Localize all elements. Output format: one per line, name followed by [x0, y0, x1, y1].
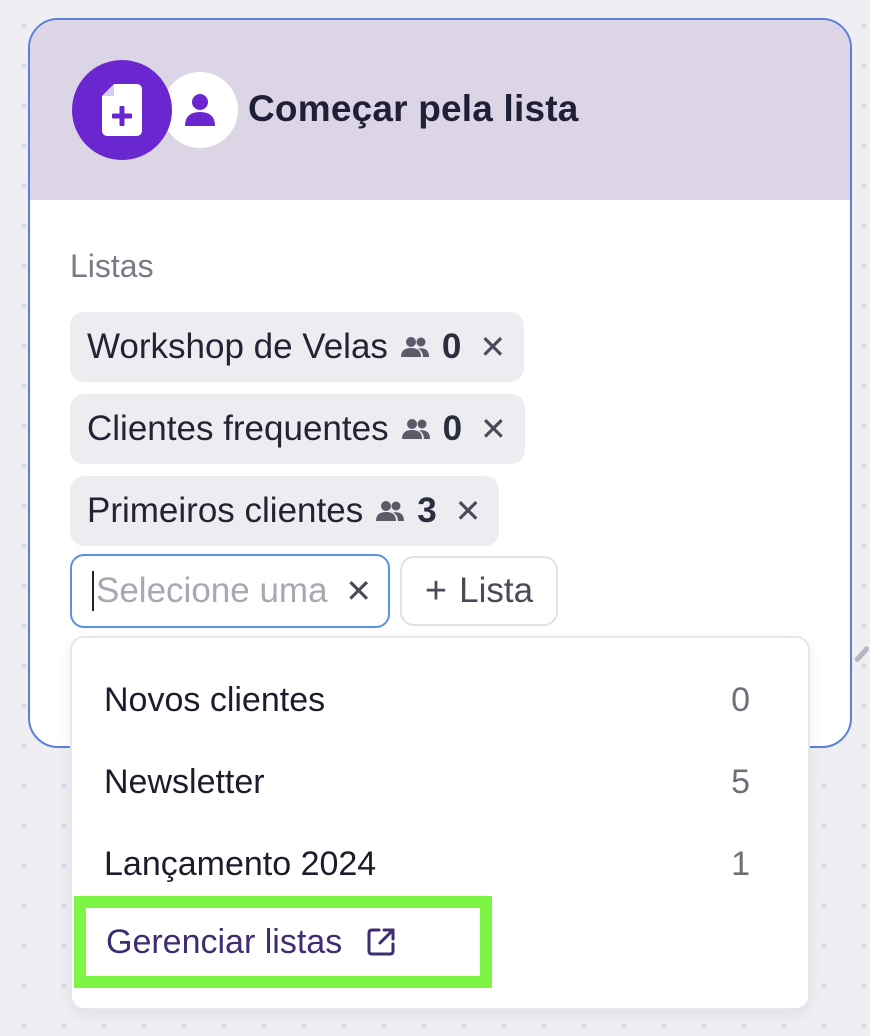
chip-name: Clientes frequentes: [87, 409, 389, 448]
manage-lists-label: Gerenciar listas: [106, 922, 343, 961]
option-name: Lançamento 2024: [104, 844, 377, 883]
option-count: 5: [731, 762, 750, 801]
dropdown-option-newsletter[interactable]: Newsletter 5: [104, 752, 750, 812]
chip-name: Primeiros clientes: [87, 491, 364, 530]
plus-icon: +: [424, 569, 448, 612]
dropdown-option-novos-clientes[interactable]: Novos clientes 0: [104, 670, 750, 730]
remove-chip-close-icon[interactable]: ✕: [455, 495, 482, 527]
card-header: Começar pela lista: [30, 20, 850, 200]
people-icon: [400, 336, 430, 358]
clear-select-close-icon[interactable]: ✕: [345, 572, 372, 610]
people-icon: [375, 500, 405, 522]
text-caret: [92, 571, 94, 611]
people-icon: [401, 418, 431, 440]
option-count: 1: [731, 844, 750, 883]
add-list-button[interactable]: + Lista: [400, 556, 558, 626]
lists-label: Listas: [70, 248, 154, 284]
chip-count: 0: [441, 327, 462, 366]
list-select-input[interactable]: Selecione uma ✕: [70, 554, 390, 628]
remove-chip-close-icon[interactable]: ✕: [479, 331, 506, 363]
list-chip-primeiros-clientes: Primeiros clientes 3 ✕: [70, 476, 500, 546]
list-dropdown-menu: Novos clientes 0 Newsletter 5 Lançamento…: [70, 636, 810, 1010]
remove-chip-close-icon[interactable]: ✕: [480, 413, 507, 445]
add-list-label: Lista: [459, 571, 534, 610]
option-name: Novos clientes: [104, 680, 326, 719]
select-placeholder: Selecione uma: [96, 571, 328, 610]
card-title: Começar pela lista: [248, 88, 579, 129]
option-count: 0: [731, 680, 750, 719]
manage-lists-link[interactable]: Gerenciar listas: [74, 896, 492, 988]
dropdown-option-lancamento-2024[interactable]: Lançamento 2024 1: [104, 834, 750, 894]
chip-name: Workshop de Velas: [87, 327, 388, 366]
list-chip-workshop-de-velas: Workshop de Velas 0 ✕: [70, 312, 525, 382]
list-chip-clientes-frequentes: Clientes frequentes 0 ✕: [70, 394, 525, 464]
user-icon: [162, 72, 238, 148]
external-link-icon: [366, 927, 396, 957]
chip-count: 0: [442, 409, 463, 448]
option-name: Newsletter: [104, 762, 265, 801]
chip-count: 3: [417, 491, 437, 530]
file-add-icon: [72, 60, 172, 160]
